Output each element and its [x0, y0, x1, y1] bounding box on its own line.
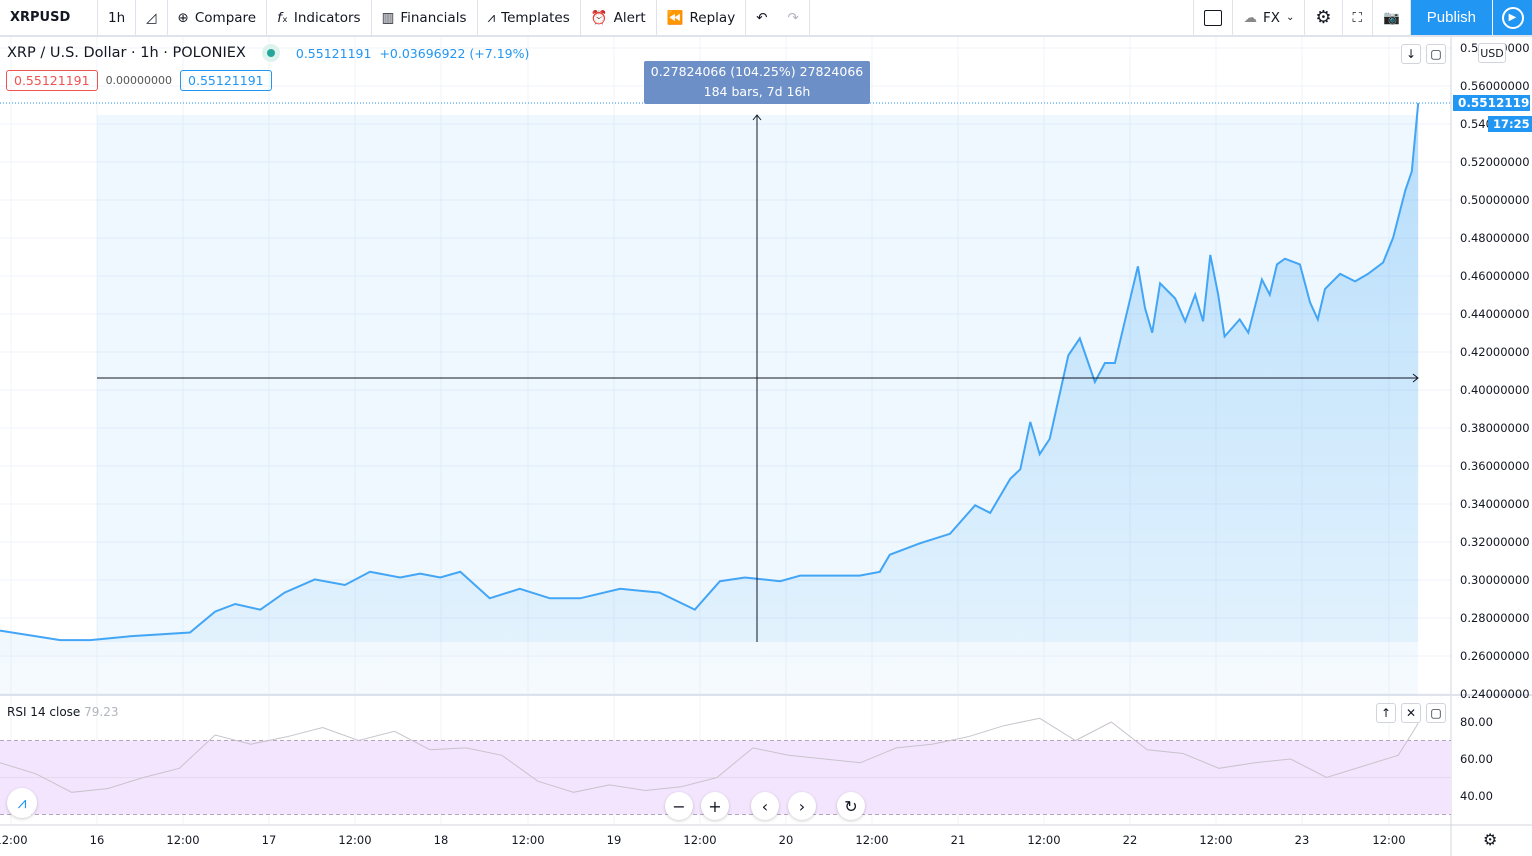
close-pane-button[interactable]: ✕	[1401, 703, 1421, 723]
trade-buttons: 0.55121191 0.00000000 0.55121191	[6, 70, 272, 91]
rsi-value: 79.23	[84, 705, 119, 719]
rsi-label: 40.00	[1460, 789, 1493, 803]
price-axis-label: 0.34000000	[1460, 497, 1530, 511]
rsi-label: 80.00	[1460, 715, 1493, 729]
time-axis-label: 16	[89, 833, 105, 847]
arrow-down-icon: ↓	[1405, 47, 1417, 61]
zoom-out-button[interactable]: −	[665, 792, 693, 820]
tradingview-logo-button[interactable]: ⩘	[7, 788, 37, 818]
time-axis-label: 12:00	[166, 833, 200, 847]
logo-icon: ⩘	[17, 793, 27, 812]
measure-change: 0.27824066 (104.25%) 27824066	[650, 64, 864, 79]
price-axis-label: 0.36000000	[1460, 459, 1530, 473]
time-axis-label: 12:00	[1199, 833, 1233, 847]
time-axis-label: 17	[261, 833, 277, 847]
countdown-tag: 17:25	[1488, 116, 1532, 132]
price-axis-label: 0.44000000	[1460, 307, 1530, 321]
scroll-down-button[interactable]: ↓	[1401, 44, 1421, 64]
price-axis-label: 0.30000000	[1460, 573, 1530, 587]
market-open-icon	[261, 44, 280, 62]
chart-canvas[interactable]	[0, 0, 1532, 856]
price-axis-label: 0.48000000	[1460, 231, 1530, 245]
price-axis-label: 0.42000000	[1460, 345, 1530, 359]
buy-button[interactable]: 0.55121191	[180, 70, 272, 91]
time-axis-label: 12:00	[0, 833, 28, 847]
price-axis-label: 0.38000000	[1460, 421, 1530, 435]
move-pane-up-button[interactable]: ↑	[1376, 703, 1396, 723]
price-axis-label: 0.24000000	[1460, 687, 1530, 701]
measure-tooltip: 0.27824066 (104.25%) 27824066 184 bars, 7…	[644, 61, 870, 104]
rsi-legend: RSI 14 close 79.23	[7, 705, 119, 719]
time-axis-label: 12:00	[683, 833, 717, 847]
maximize-icon: ▢	[1430, 47, 1442, 61]
spread: 0.00000000	[105, 74, 173, 87]
currency-label[interactable]: USD	[1478, 43, 1506, 63]
reset-chart-button[interactable]: ↻	[837, 792, 865, 820]
time-axis-label: 21	[950, 833, 966, 847]
time-axis-label: 12:00	[338, 833, 372, 847]
price-axis-label: 0.46000000	[1460, 269, 1530, 283]
chevron-right-icon: ›	[798, 796, 806, 816]
time-axis-label: 12:00	[1027, 833, 1061, 847]
zoom-in-button[interactable]: +	[701, 792, 729, 820]
plus-icon: +	[708, 796, 722, 816]
close-icon: ✕	[1405, 706, 1417, 720]
price-axis-label: 0.56000000	[1460, 79, 1530, 93]
last-price-tag: 0.55121191	[1453, 95, 1532, 111]
price-axis-label: 0.50000000	[1460, 193, 1530, 207]
rsi-label: 60.00	[1460, 752, 1493, 766]
sell-button[interactable]: 0.55121191	[6, 70, 98, 91]
time-axis-label: 19	[606, 833, 622, 847]
price-axis-label: 0.40000000	[1460, 383, 1530, 397]
measure-bars: 184 bars, 7d 16h	[703, 84, 811, 99]
last-price: 0.55121191	[295, 45, 372, 61]
chart-legend: XRP / U.S. Dollar · 1h · POLONIEX 0.5512…	[7, 44, 529, 62]
price-axis-label: 0.26000000	[1460, 649, 1530, 663]
time-axis-label: 18	[433, 833, 449, 847]
price-axis-label: 0.52000000	[1460, 155, 1530, 169]
price-change: +0.03696922 (+7.19%)	[379, 45, 530, 61]
reset-icon: ↻	[844, 796, 858, 816]
chevron-left-icon: ‹	[761, 796, 769, 816]
maximize-icon: ▢	[1430, 706, 1442, 720]
minus-icon: −	[672, 796, 686, 816]
axis-settings-icon[interactable]: ⚙	[1483, 830, 1497, 849]
symbol-title: XRP / U.S. Dollar · 1h · POLONIEX	[7, 45, 246, 61]
time-axis-label: 22	[1122, 833, 1138, 847]
time-axis-label: 23	[1294, 833, 1310, 847]
time-axis-label: 12:00	[1372, 833, 1406, 847]
time-axis-label: 12:00	[855, 833, 889, 847]
scroll-left-button[interactable]: ‹	[751, 792, 779, 820]
maximize-pane-button[interactable]: ▢	[1426, 44, 1446, 64]
price-axis-label: 0.28000000	[1460, 611, 1530, 625]
maximize-rsi-button[interactable]: ▢	[1426, 703, 1446, 723]
rsi-title: RSI 14 close	[7, 705, 81, 719]
price-axis-label: 0.32000000	[1460, 535, 1530, 549]
scroll-right-button[interactable]: ›	[788, 792, 816, 820]
time-axis-label: 20	[778, 833, 794, 847]
time-axis-label: 12:00	[511, 833, 545, 847]
arrow-up-icon: ↑	[1380, 706, 1392, 720]
